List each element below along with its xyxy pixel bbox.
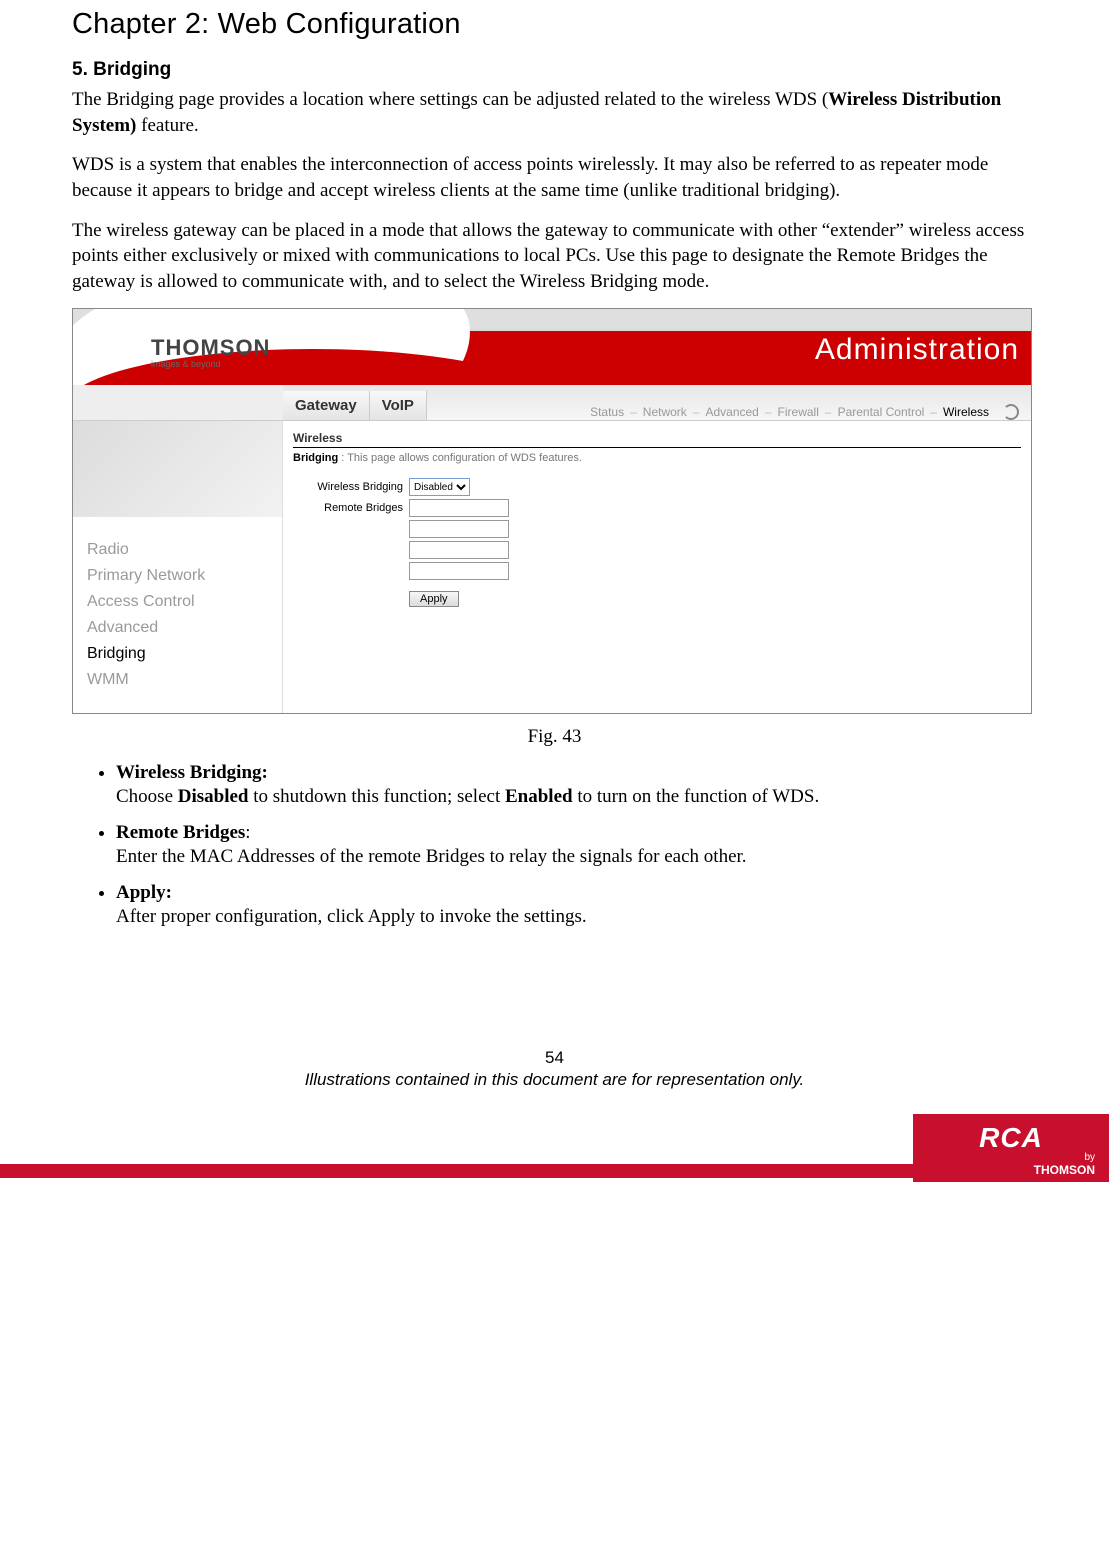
document-page: Chapter 2: Web Configuration 5. Bridging… <box>0 8 1109 1090</box>
text: The Bridging page provides a location wh… <box>72 89 828 110</box>
form-row-remote-bridges-2 <box>293 520 1021 538</box>
text: feature. <box>136 115 198 136</box>
bullet-heading: Wireless Bridging: <box>116 762 268 783</box>
bullet-desc: Enter the MAC Addresses of the remote Br… <box>116 846 1037 868</box>
figure-caption: Fig. 43 <box>72 726 1037 748</box>
sidebar-item-bridging[interactable]: Bridging <box>87 645 268 663</box>
crumb-parental[interactable]: Parental Control <box>838 405 925 419</box>
top-tabs: Gateway VoIP Status – Network – Advanced… <box>73 385 1031 421</box>
sidebar-item-wmm[interactable]: WMM <box>87 671 268 689</box>
page-footer: 54 Illustrations contained in this docum… <box>72 1048 1037 1090</box>
input-remote-bridge-4[interactable] <box>409 562 509 580</box>
rca-logo: RCA by THOMSON <box>913 1114 1109 1182</box>
input-remote-bridge-1[interactable] <box>409 499 509 517</box>
paragraph-2: WDS is a system that enables the interco… <box>72 152 1037 203</box>
by-text: by <box>1084 1152 1095 1163</box>
sidebar-item-primary-network[interactable]: Primary Network <box>87 567 268 585</box>
form-row-wireless-bridging: Wireless Bridging Disabled <box>293 478 1021 496</box>
sidebar-photo <box>73 421 282 517</box>
brand-logo: THOMSON images & beyond <box>151 335 270 369</box>
brand-text: THOMSON <box>151 335 270 361</box>
paragraph-3: The wireless gateway can be placed in a … <box>72 218 1037 295</box>
text-bold: Enabled <box>505 786 573 807</box>
sidebar-item-access-control[interactable]: Access Control <box>87 593 268 611</box>
bullet-heading: Remote Bridges <box>116 822 245 843</box>
apply-button[interactable]: Apply <box>409 591 459 607</box>
crumb-advanced[interactable]: Advanced <box>705 405 758 419</box>
crumb-network[interactable]: Network <box>643 405 687 419</box>
crumb-firewall[interactable]: Firewall <box>778 405 819 419</box>
input-remote-bridge-2[interactable] <box>409 520 509 538</box>
panel-title: Wireless <box>293 431 1021 448</box>
tab-gateway[interactable]: Gateway <box>283 391 370 420</box>
paragraph-1: The Bridging page provides a location wh… <box>72 87 1037 138</box>
tab-voip[interactable]: VoIP <box>370 391 427 420</box>
crumb-wireless[interactable]: Wireless <box>943 405 989 419</box>
ui-body: Radio Primary Network Access Control Adv… <box>73 421 1031 713</box>
select-wireless-bridging[interactable]: Disabled <box>409 478 470 496</box>
label-remote-bridges: Remote Bridges <box>293 502 403 514</box>
bullet-desc: Choose Disabled to shutdown this functio… <box>116 786 1037 808</box>
form-row-remote-bridges-4 <box>293 562 1021 580</box>
form-row-remote-bridges-1: Remote Bridges <box>293 499 1021 517</box>
footer-note: Illustrations contained in this document… <box>305 1070 805 1089</box>
form-row-remote-bridges-3 <box>293 541 1021 559</box>
page-number: 54 <box>72 1048 1037 1068</box>
dash-icon: – <box>765 405 772 419</box>
label-wireless-bridging: Wireless Bridging <box>293 481 403 493</box>
text: : <box>245 822 250 843</box>
bullet-desc: After proper configuration, click Apply … <box>116 906 1037 928</box>
text-bold: Disabled <box>178 786 249 807</box>
dash-icon: – <box>630 405 637 419</box>
list-item: Remote Bridges: Enter the MAC Addresses … <box>116 822 1037 868</box>
main-panel: Wireless Bridging : This page allows con… <box>283 421 1031 713</box>
red-strip <box>0 1164 913 1178</box>
refresh-icon[interactable] <box>1003 404 1019 420</box>
sidebar-item-advanced[interactable]: Advanced <box>87 619 268 637</box>
breadcrumb-nav: Status – Network – Advanced – Firewall –… <box>427 404 1031 420</box>
sidebar-item-radio[interactable]: Radio <box>87 541 268 559</box>
section-heading: 5. Bridging <box>72 59 1037 81</box>
sidebar: Radio Primary Network Access Control Adv… <box>73 421 283 713</box>
list-item: Wireless Bridging: Choose Disabled to sh… <box>116 762 1037 808</box>
text: to shutdown this function; select <box>249 786 505 807</box>
sidebar-menu: Radio Primary Network Access Control Adv… <box>73 517 282 713</box>
crumb-status[interactable]: Status <box>590 405 624 419</box>
input-remote-bridge-3[interactable] <box>409 541 509 559</box>
panel-subtitle: Bridging : This page allows configuratio… <box>293 452 1021 464</box>
list-item: Apply: After proper configuration, click… <box>116 882 1037 928</box>
dash-icon: – <box>693 405 700 419</box>
bullet-heading: Apply: <box>116 882 172 903</box>
banner: THOMSON images & beyond Administration <box>73 309 1031 385</box>
embedded-screenshot: THOMSON images & beyond Administration G… <box>72 308 1032 714</box>
sidebar-photo-spacer <box>73 384 283 420</box>
bottom-brand-bar: RCA by THOMSON <box>0 1114 1109 1182</box>
panel-subtitle-text: This page allows configuration of WDS fe… <box>347 452 582 464</box>
chapter-title: Chapter 2: Web Configuration <box>72 8 1037 41</box>
dash-icon: – <box>930 405 937 419</box>
dash-icon: – <box>825 405 832 419</box>
panel-subtitle-label: Bridging <box>293 452 338 464</box>
banner-title: Administration <box>815 333 1019 367</box>
thomson-text: THOMSON <box>1034 1163 1095 1177</box>
text: to turn on the function of WDS. <box>573 786 820 807</box>
rca-text: RCA <box>979 1122 1043 1154</box>
text: Choose <box>116 786 178 807</box>
bullet-list: Wireless Bridging: Choose Disabled to sh… <box>84 762 1037 928</box>
